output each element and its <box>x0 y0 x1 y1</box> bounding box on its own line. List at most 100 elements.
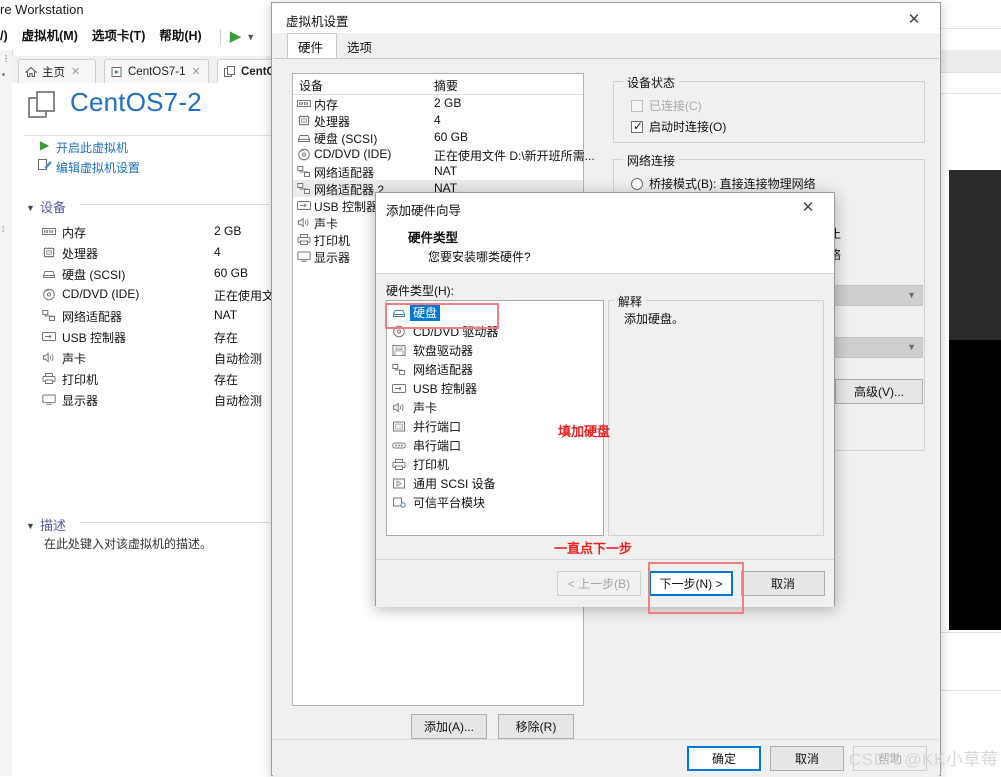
vm-icon <box>224 65 236 78</box>
tab-centos7-1[interactable]: CentOS7-1 ✕ <box>104 59 209 83</box>
table-row[interactable]: 内存 2 GB <box>293 95 583 112</box>
list-item[interactable]: 声卡 自动检测 <box>42 348 270 369</box>
printer-icon <box>392 458 406 471</box>
bg-panel-band <box>941 632 1001 633</box>
menu-item-help[interactable]: 帮助(H) <box>159 22 201 50</box>
table-row[interactable]: CD/DVD (IDE) 正在使用文件 D:\新开班所需... <box>293 146 595 163</box>
wizard-cancel-button[interactable]: 取消 <box>741 571 825 596</box>
power-on-vm-link[interactable]: 开启此虚拟机 <box>56 139 128 156</box>
rail-glyph-3: ⁞ <box>2 225 5 234</box>
annotation-box-next-button <box>648 562 744 614</box>
close-icon[interactable]: ✕ <box>897 8 931 30</box>
vm-tabstrip[interactable]: 主页 ✕ CentOS7-1 ✕ CentOS7 <box>12 56 302 84</box>
devices-section-title: 设备 <box>40 200 67 215</box>
edit-settings-icon <box>38 158 52 170</box>
menu-item-0[interactable]: /) <box>0 22 8 50</box>
description-text[interactable]: 在此处键入对该虚拟机的描述。 <box>44 535 212 552</box>
add-button[interactable]: 添加(A)... <box>411 714 487 739</box>
annotation-box-harddisk <box>385 303 499 329</box>
connected-checkbox[interactable] <box>631 100 643 112</box>
list-item[interactable]: 打印机 存在 <box>42 369 270 390</box>
table-row[interactable]: 硬盘 (SCSI) 60 GB <box>293 129 583 146</box>
list-item-sound-card[interactable]: 声卡 <box>387 398 603 417</box>
table-cell-device: CD/DVD (IDE) <box>314 147 392 161</box>
play-icon[interactable]: ▶ <box>230 23 242 51</box>
table-row[interactable]: 网络适配器 NAT <box>293 163 583 180</box>
bg-panel-band <box>941 93 1001 94</box>
divider <box>80 522 270 523</box>
printer-icon <box>42 372 56 385</box>
list-item-floppy[interactable]: 软盘驱动器 <box>387 341 603 360</box>
list-item-usb-controller[interactable]: USB 控制器 <box>387 379 603 398</box>
bg-panel-band <box>941 28 1001 52</box>
back-button[interactable]: < 上一步(B) <box>557 571 641 596</box>
list-item-label: 处理器 <box>62 247 99 261</box>
chevron-down-icon[interactable]: ▼ <box>26 521 35 531</box>
scsi-icon <box>392 477 406 490</box>
wizard-subheading: 您要安装哪类硬件? <box>428 250 531 264</box>
dialog-tabbar[interactable]: 硬件 选项 <box>273 33 939 59</box>
list-item[interactable]: 处理器 4 <box>42 243 270 264</box>
list-item[interactable]: CD/DVD (IDE) 正在使用文件 <box>42 285 272 306</box>
advanced-button[interactable]: 高级(V)... <box>835 379 923 404</box>
list-item-value: 60 GB <box>214 266 249 280</box>
page-title: CentOS7-2 <box>70 87 202 117</box>
explanation-group <box>608 300 824 536</box>
menu-item-vm[interactable]: 虚拟机(M) <box>22 22 78 50</box>
menu-item-tabs[interactable]: 选项卡(T) <box>92 22 145 50</box>
list-item[interactable]: 硬盘 (SCSI) 60 GB <box>42 264 270 285</box>
list-item-label: USB 控制器 <box>62 331 127 345</box>
list-item-value: 2 GB <box>214 224 242 238</box>
list-item-label: 硬盘 (SCSI) <box>62 268 126 282</box>
edit-vm-settings-link[interactable]: 编辑虚拟机设置 <box>56 159 140 176</box>
cddvd-icon <box>297 148 311 161</box>
list-item-label: CD/DVD (IDE) <box>62 287 140 301</box>
list-item-label: 可信平台模块 <box>413 496 486 510</box>
wizard-header: 硬件类型 您要安装哪类硬件? <box>376 221 834 274</box>
list-item-network-adapter[interactable]: 网络适配器 <box>387 360 603 379</box>
chevron-down-icon[interactable]: ▼ <box>246 23 255 51</box>
close-icon[interactable]: ✕ <box>192 65 201 78</box>
list-item[interactable]: 内存 2 GB <box>42 222 270 243</box>
chevron-down-icon[interactable]: ▼ <box>26 203 35 213</box>
display-icon <box>297 250 311 263</box>
list-item-printer[interactable]: 打印机 <box>387 455 603 474</box>
table-cell-device: 打印机 <box>314 234 351 248</box>
serial-icon <box>392 439 406 452</box>
tab-options-label: 选项 <box>347 40 373 55</box>
hardware-type-list[interactable]: 硬盘 CD/DVD 驱动器 软盘驱动器 网络适配器 USB 控制器 声卡 并行端… <box>386 300 604 536</box>
close-icon[interactable]: ✕ <box>71 65 80 78</box>
connect-at-power-on-checkbox[interactable]: ✓ <box>631 119 643 133</box>
bridged-mode-radio[interactable] <box>631 178 643 190</box>
ok-button[interactable]: 确定 <box>687 746 761 771</box>
cancel-button[interactable]: 取消 <box>770 746 844 771</box>
tpm-icon <box>392 496 406 509</box>
app-menubar[interactable]: /) 虚拟机(M) 选项卡(T) 帮助(H) ▶ ▼ <box>0 22 270 50</box>
floppy-icon <box>392 344 406 357</box>
sound-icon <box>42 351 56 364</box>
close-icon[interactable]: ✕ <box>791 197 825 217</box>
remove-button[interactable]: 移除(R) <box>498 714 574 739</box>
list-item-label: 打印机 <box>413 458 450 472</box>
wizard-titlebar: 添加硬件向导 ✕ <box>376 193 834 221</box>
table-row[interactable]: 处理器 4 <box>293 112 583 129</box>
divider <box>80 204 270 205</box>
list-item[interactable]: USB 控制器 存在 <box>42 327 270 348</box>
list-item-label: 打印机 <box>62 373 99 387</box>
list-item-value: 存在 <box>214 373 239 387</box>
memory-icon <box>297 97 311 110</box>
list-item-tpm[interactable]: 可信平台模块 <box>387 493 603 512</box>
tab-options[interactable]: 选项 <box>337 33 387 59</box>
printer-icon <box>297 233 311 246</box>
list-item-value: 4 <box>214 245 221 259</box>
table-cell-device: USB 控制器 <box>314 200 379 214</box>
tab-hardware[interactable]: 硬件 <box>287 33 337 59</box>
usb-icon <box>297 199 311 212</box>
list-item-scsi-device[interactable]: 通用 SCSI 设备 <box>387 474 603 493</box>
list-item[interactable]: 网络适配器 NAT <box>42 306 270 327</box>
table-cell-summary: NAT <box>434 164 458 178</box>
list-item[interactable]: 显示器 自动检测 <box>42 390 270 411</box>
list-item-label: 通用 SCSI 设备 <box>413 477 496 491</box>
annotation-text-keep-next: 一直点下一步 <box>554 541 633 556</box>
tab-home[interactable]: 主页 ✕ <box>18 59 96 83</box>
